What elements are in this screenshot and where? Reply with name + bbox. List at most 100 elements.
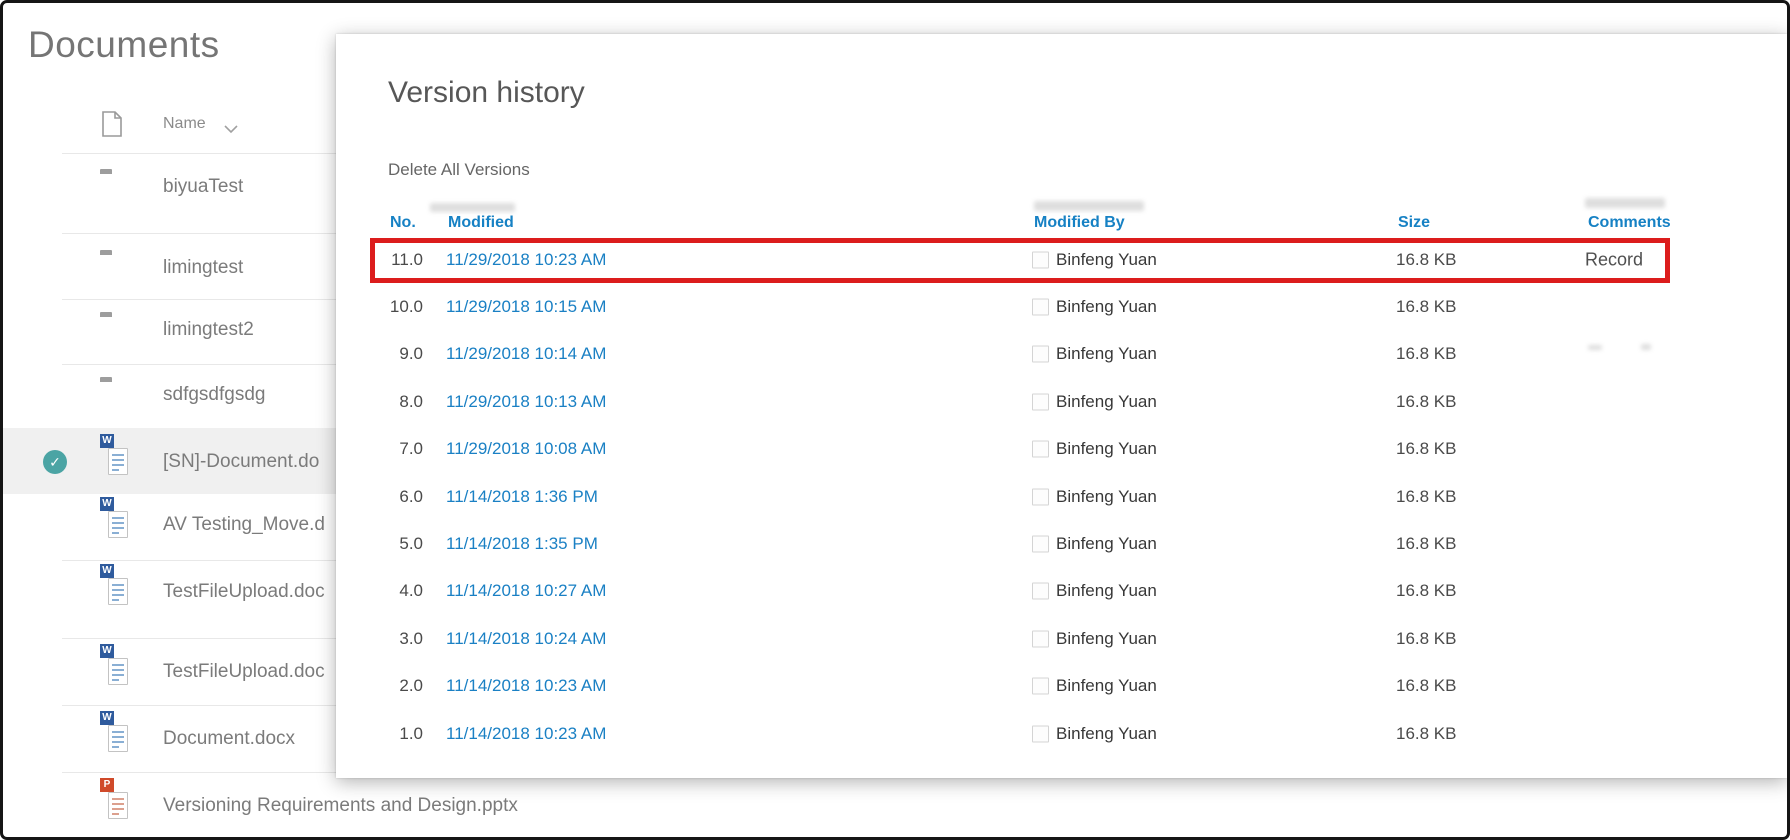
chevron-down-icon — [224, 121, 238, 134]
redaction-smudge — [1641, 344, 1651, 350]
version-modified-link[interactable]: 11/14/2018 1:36 PM — [446, 487, 598, 507]
file-name[interactable]: biyuaTest — [163, 176, 243, 198]
folder-icon — [100, 316, 130, 344]
version-row: 5.0 11/14/2018 1:35 PM Binfeng Yuan 16.8… — [336, 520, 1787, 567]
version-modified-link[interactable]: 11/14/2018 10:23 AM — [446, 676, 606, 696]
modified-by-checkbox[interactable] — [1032, 582, 1049, 600]
version-row: 10.0 11/29/2018 10:15 AM Binfeng Yuan 16… — [336, 283, 1787, 330]
file-name[interactable]: limingtest — [163, 257, 243, 279]
version-row: 8.0 11/29/2018 10:13 AM Binfeng Yuan 16.… — [336, 378, 1787, 425]
version-number: 9.0 — [399, 344, 423, 364]
list-item[interactable]: ✓ limingtest — [0, 246, 340, 290]
word-file-icon: W — [100, 644, 130, 686]
page-title: Documents — [28, 24, 220, 65]
word-file-icon: W — [100, 711, 130, 753]
version-number: 6.0 — [399, 486, 423, 506]
row-divider — [62, 364, 340, 365]
modified-by-checkbox[interactable] — [1032, 535, 1049, 553]
modified-by-name: Binfeng Yuan — [1056, 723, 1157, 743]
modified-by-checkbox[interactable] — [1032, 345, 1049, 363]
row-divider — [62, 560, 340, 561]
row-divider — [62, 705, 340, 706]
list-item[interactable]: ✓ P Versioning Requirements and Design.p… — [0, 778, 518, 828]
modified-by-checkbox[interactable] — [1032, 298, 1049, 316]
list-item[interactable]: ✓ biyuaTest — [0, 165, 340, 209]
version-size: 16.8 KB — [1396, 439, 1457, 459]
modified-by-checkbox[interactable] — [1032, 393, 1049, 411]
annotation-highlight-rectangle — [370, 238, 1670, 283]
version-size: 16.8 KB — [1396, 723, 1457, 743]
folder-icon — [100, 381, 130, 409]
file-name[interactable]: TestFileUpload.doc — [163, 581, 325, 603]
modified-by-name: Binfeng Yuan — [1056, 344, 1157, 364]
version-modified-link[interactable]: 11/29/2018 10:14 AM — [446, 344, 606, 364]
delete-all-versions-link[interactable]: Delete All Versions — [388, 160, 530, 180]
version-size: 16.8 KB — [1396, 581, 1457, 601]
column-header-size[interactable]: Size — [1398, 214, 1430, 232]
column-header-comments[interactable]: Comments — [1588, 214, 1671, 232]
folder-icon — [100, 254, 130, 282]
file-name[interactable]: TestFileUpload.doc — [163, 661, 325, 683]
row-divider — [62, 153, 340, 154]
modified-by-name: Binfeng Yuan — [1056, 676, 1157, 696]
version-size: 16.8 KB — [1396, 534, 1457, 554]
column-header-no[interactable]: No. — [390, 214, 416, 232]
list-item[interactable]: ✓ limingtest2 — [0, 308, 340, 352]
file-name[interactable]: Document.docx — [163, 728, 295, 750]
modified-by-checkbox[interactable] — [1032, 630, 1049, 648]
selected-check-icon[interactable]: ✓ — [43, 450, 67, 474]
modified-by-checkbox[interactable] — [1032, 725, 1049, 743]
modified-by-name: Binfeng Yuan — [1056, 439, 1157, 459]
modified-by-checkbox[interactable] — [1032, 440, 1049, 458]
version-number: 7.0 — [399, 439, 423, 459]
list-item[interactable]: ✓ W TestFileUpload.doc — [0, 564, 340, 614]
version-modified-link[interactable]: 11/14/2018 10:24 AM — [446, 629, 606, 649]
file-name[interactable]: Versioning Requirements and Design.pptx — [163, 795, 518, 817]
version-modified-link[interactable]: 11/14/2018 1:35 PM — [446, 534, 598, 554]
version-row: 6.0 11/14/2018 1:36 PM Binfeng Yuan 16.8… — [336, 473, 1787, 520]
modified-by-checkbox[interactable] — [1032, 677, 1049, 695]
version-table-header: No. Modified Modified By Size Comments — [336, 214, 1787, 238]
version-number: 4.0 — [399, 581, 423, 601]
folder-icon — [100, 173, 130, 201]
file-name[interactable]: AV Testing_Move.d — [163, 514, 325, 536]
file-name[interactable]: [SN]-Document.do — [163, 451, 319, 473]
list-item[interactable]: ✓ W AV Testing_Move.d — [0, 497, 340, 547]
column-header-modified[interactable]: Modified — [448, 214, 514, 232]
file-list-header: Name — [0, 108, 340, 152]
list-item[interactable]: ✓ sdfgsdfgsdg — [0, 373, 340, 417]
row-divider — [62, 233, 340, 234]
column-header-modified-by[interactable]: Modified By — [1034, 214, 1125, 232]
file-name[interactable]: limingtest2 — [163, 319, 254, 341]
modified-by-name: Binfeng Yuan — [1056, 486, 1157, 506]
version-modified-link[interactable]: 11/14/2018 10:27 AM — [446, 581, 606, 601]
word-file-icon: W — [100, 434, 130, 476]
modified-by-name: Binfeng Yuan — [1056, 581, 1157, 601]
version-number: 3.0 — [399, 628, 423, 648]
version-size: 16.8 KB — [1396, 676, 1457, 696]
version-history-dialog: Version history Delete All Versions No. … — [336, 34, 1787, 778]
file-name[interactable]: sdfgsdfgsdg — [163, 384, 265, 406]
row-divider — [62, 772, 340, 773]
row-divider — [62, 299, 340, 300]
modified-by-name: Binfeng Yuan — [1056, 534, 1157, 554]
list-item[interactable]: ✓ W Document.docx — [0, 711, 340, 761]
version-modified-link[interactable]: 11/29/2018 10:15 AM — [446, 297, 606, 317]
version-size: 16.8 KB — [1396, 628, 1457, 648]
version-size: 16.8 KB — [1396, 391, 1457, 411]
version-modified-link[interactable]: 11/29/2018 10:08 AM — [446, 439, 606, 459]
modified-by-checkbox[interactable] — [1032, 488, 1049, 506]
version-number: 2.0 — [399, 676, 423, 696]
version-size: 16.8 KB — [1396, 486, 1457, 506]
version-modified-link[interactable]: 11/14/2018 10:23 AM — [446, 724, 606, 744]
redaction-smudge — [430, 203, 515, 212]
list-item[interactable]: ✓ W [SN]-Document.do — [0, 434, 340, 484]
list-item[interactable]: ✓ W TestFileUpload.doc — [0, 644, 340, 694]
redaction-smudge — [1588, 345, 1602, 350]
name-column-header[interactable]: Name — [163, 115, 206, 133]
version-modified-link[interactable]: 11/29/2018 10:13 AM — [446, 392, 606, 412]
version-row: 1.0 11/14/2018 10:23 AM Binfeng Yuan 16.… — [336, 710, 1787, 757]
version-row: 3.0 11/14/2018 10:24 AM Binfeng Yuan 16.… — [336, 615, 1787, 662]
version-number: 5.0 — [399, 534, 423, 554]
modified-by-name: Binfeng Yuan — [1056, 628, 1157, 648]
